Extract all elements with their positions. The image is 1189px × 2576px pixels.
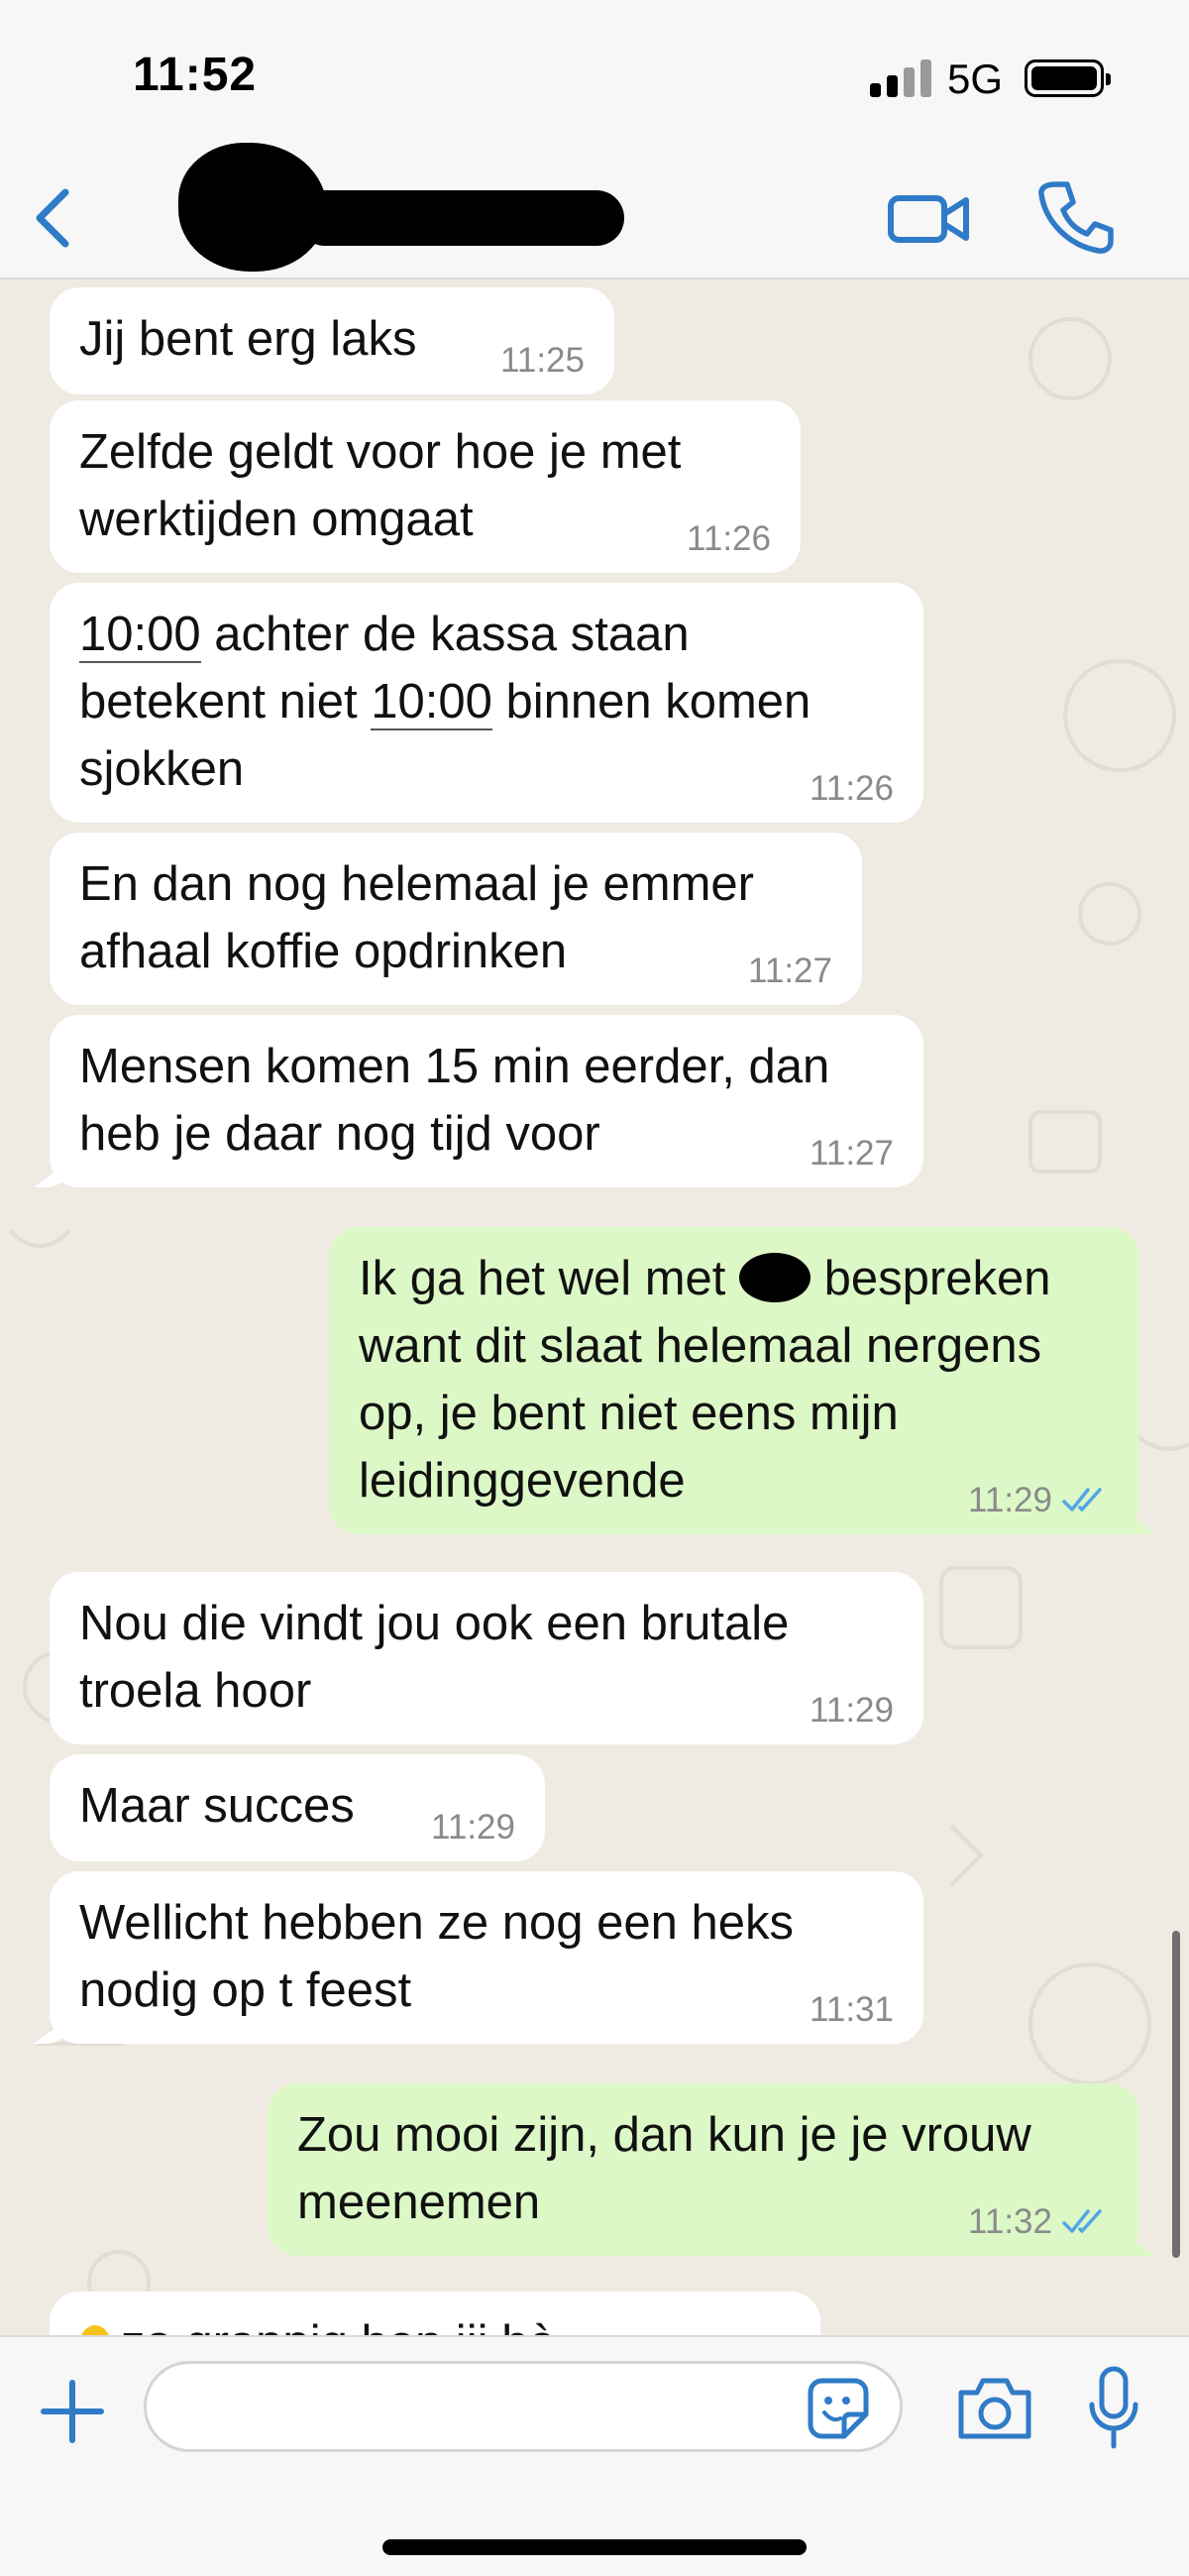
message-incoming[interactable]: zo grappig ben jij hè (50, 2292, 820, 2335)
message-time: 11:29 (968, 1481, 1052, 1519)
message-time: 11:26 (687, 519, 771, 558)
battery-icon (1025, 59, 1111, 97)
contact-name[interactable] (297, 190, 624, 246)
message-incoming[interactable]: Mensen komen 15 min eerder, dan heb je d… (50, 1015, 923, 1187)
microphone-icon[interactable] (1086, 2363, 1141, 2454)
message-time: 11:31 (810, 1990, 894, 2029)
message-time: 11:27 (748, 952, 832, 990)
sticker-icon[interactable] (803, 2373, 874, 2444)
message-time: 11:26 (810, 769, 894, 808)
status-time: 11:52 (133, 49, 258, 101)
message-incoming[interactable]: 10:00 achter de kassa staan betekent nie… (50, 583, 923, 823)
network-type: 5G (947, 56, 1004, 102)
message-time: 11:29 (431, 1808, 515, 1847)
camera-icon[interactable] (953, 2371, 1036, 2446)
read-receipt-icon (1062, 2209, 1102, 2233)
time-link[interactable]: 10:00 (371, 675, 492, 730)
message-incoming[interactable]: Wellicht hebben ze nog een heks nodig op… (50, 1871, 923, 2044)
message-incoming[interactable]: En dan nog helemaal je emmer afhaal koff… (50, 833, 862, 1005)
message-input[interactable] (144, 2361, 903, 2452)
message-time: 11:27 (810, 1134, 894, 1173)
message-time: 11:25 (500, 341, 585, 380)
time-link[interactable]: 10:00 (79, 608, 201, 663)
scrollbar[interactable] (1172, 1931, 1180, 2258)
status-bar: 11:52 5G (0, 0, 1189, 159)
message-incoming[interactable]: Jij bent erg laks 11:25 (50, 287, 614, 394)
redacted-name (739, 1253, 811, 1302)
message-time: 11:29 (810, 1691, 894, 1730)
composer-bar (0, 2335, 1189, 2576)
emoji-icon (79, 2325, 111, 2335)
plus-icon[interactable] (30, 2369, 115, 2454)
video-camera-icon[interactable] (887, 178, 971, 258)
chat-header (0, 143, 1189, 280)
message-outgoing[interactable]: Zou mooi zijn, dan kun je je vrouw meene… (268, 2083, 1139, 2256)
phone-icon[interactable] (1035, 176, 1115, 258)
message-incoming[interactable]: Maar succes 11:29 (50, 1754, 545, 1861)
signal-icon (870, 59, 931, 97)
message-incoming[interactable]: Nou die vindt jou ook een brutale troela… (50, 1572, 923, 1744)
message-outgoing[interactable]: Ik ga het wel met bespreken want dit sla… (329, 1227, 1139, 1534)
chevron-left-icon[interactable] (22, 178, 91, 258)
message-incoming[interactable]: Zelfde geldt voor hoe je met werktijden … (50, 400, 801, 573)
read-receipt-icon (1062, 1488, 1102, 1512)
home-indicator (382, 2539, 807, 2555)
message-list[interactable]: Jij bent erg laks 11:25 Zelfde geldt voo… (0, 280, 1189, 2335)
message-time: 11:32 (968, 2202, 1052, 2241)
